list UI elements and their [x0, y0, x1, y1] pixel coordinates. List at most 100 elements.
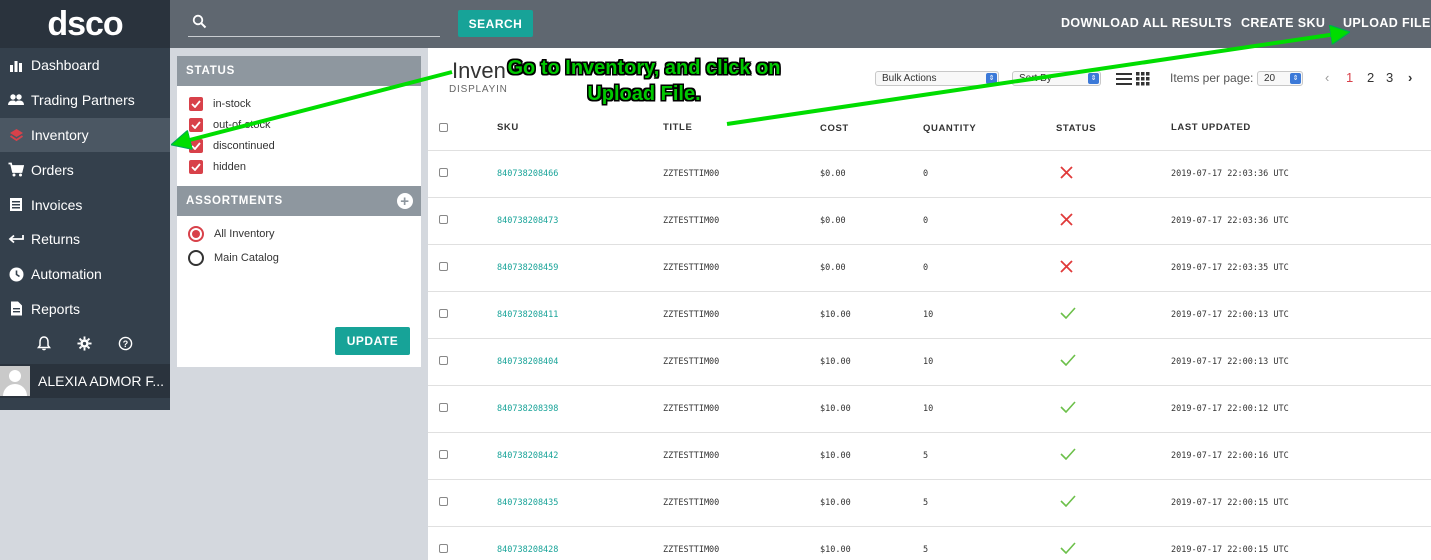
status-filter-in-stock[interactable]: in-stock — [177, 93, 421, 114]
sidebar-item-label: Trading Partners — [31, 92, 135, 109]
status-filter-out-of-stock[interactable]: out-of-stock — [177, 114, 421, 135]
active-check-icon — [1060, 495, 1076, 508]
grid-view-icon[interactable] — [1136, 72, 1150, 89]
help-icon[interactable]: ? — [118, 336, 133, 355]
table-row[interactable]: 840738208473 ZZTESTTIM00 $0.00 0 2019-07-17 … — [428, 197, 1431, 245]
create-sku-link[interactable]: CREATE SKU — [1241, 16, 1325, 30]
title-cell: ZZTESTTIM00 — [663, 432, 820, 480]
last-updated-cell: 2019-07-17 22:03:36 UTC — [1171, 150, 1431, 198]
add-assortment-icon[interactable]: + — [397, 193, 413, 209]
title-cell: ZZTESTTIM00 — [663, 338, 820, 386]
row-checkbox[interactable] — [439, 449, 448, 459]
sku-link[interactable]: 840738208398 — [497, 385, 663, 433]
annotation-callout: Go to Inventory, and click on Upload Fil… — [507, 57, 781, 105]
select-all-checkbox[interactable] — [439, 122, 448, 132]
page-3[interactable]: 3 — [1386, 70, 1393, 85]
page-1[interactable]: 1 — [1346, 70, 1353, 85]
row-checkbox[interactable] — [439, 214, 448, 224]
cost-cell: $10.00 — [820, 479, 923, 527]
row-checkbox[interactable] — [439, 167, 448, 177]
avatar — [0, 366, 30, 397]
quantity-cell: 10 — [923, 291, 1056, 339]
sidebar-item-returns[interactable]: Returns — [0, 222, 170, 257]
sort-by-select[interactable]: Sort By ⇕ — [1012, 71, 1101, 86]
quantity-cell: 5 — [923, 479, 1056, 527]
col-last-updated[interactable]: LAST UPDATED — [1171, 108, 1431, 151]
sidebar-item-orders[interactable]: Orders — [0, 152, 170, 187]
radio-selected-icon[interactable] — [188, 226, 204, 242]
table-row[interactable]: 840738208466 ZZTESTTIM00 $0.00 0 2019-07-17 … — [428, 150, 1431, 198]
bulk-actions-select[interactable]: Bulk Actions ⇕ — [875, 71, 999, 86]
table-row[interactable]: 840738208428 ZZTESTTIM00 $10.00 5 2019-07-17… — [428, 526, 1431, 560]
radio-empty-icon[interactable] — [188, 250, 204, 266]
status-cell — [1056, 150, 1171, 198]
sidebar-item-inventory[interactable]: Inventory — [0, 117, 170, 153]
sidebar-item-label: Dashboard — [31, 57, 100, 74]
sku-link[interactable]: 840738208473 — [497, 197, 663, 245]
row-checkbox[interactable] — [439, 543, 448, 553]
table-row[interactable]: 840738208398 ZZTESTTIM00 $10.00 10 2019-07-1… — [428, 385, 1431, 433]
col-sku[interactable]: SKU — [497, 108, 663, 151]
gear-icon[interactable] — [77, 336, 92, 355]
sidebar-item-automation[interactable]: Automation — [0, 257, 170, 292]
row-checkbox[interactable] — [439, 496, 448, 506]
title-cell: ZZTESTTIM00 — [663, 150, 820, 198]
download-all-results-link[interactable]: DOWNLOAD ALL RESULTS — [1061, 16, 1232, 30]
row-checkbox[interactable] — [439, 355, 448, 365]
checkbox-checked-icon[interactable] — [189, 117, 203, 132]
items-per-page-select[interactable]: 20 ⇕ — [1257, 71, 1303, 86]
row-checkbox[interactable] — [439, 308, 448, 318]
sidebar-item-trading-partners[interactable]: Trading Partners — [0, 83, 170, 118]
active-check-icon — [1060, 542, 1076, 555]
status-filter-hidden[interactable]: hidden — [177, 156, 421, 177]
dsco-logo[interactable]: dsco — [0, 0, 170, 48]
sku-link[interactable]: 840738208466 — [497, 150, 663, 198]
sidebar-item-reports[interactable]: Reports — [0, 292, 170, 327]
sidebar-item-dashboard[interactable]: Dashboard — [0, 48, 170, 83]
sku-link[interactable]: 840738208459 — [497, 244, 663, 292]
col-cost[interactable]: COST — [820, 108, 923, 151]
list-view-icon[interactable] — [1116, 72, 1132, 89]
table-row[interactable]: 840738208411 ZZTESTTIM00 $10.00 10 2019-07-1… — [428, 291, 1431, 339]
cost-cell: $10.00 — [820, 526, 923, 560]
sku-link[interactable]: 840738208404 — [497, 338, 663, 386]
sku-link[interactable]: 840738208411 — [497, 291, 663, 339]
bell-icon[interactable] — [37, 336, 51, 355]
search-input[interactable] — [212, 12, 437, 34]
checkbox-checked-icon[interactable] — [189, 96, 203, 111]
user-menu[interactable]: ALEXIA ADMOR F... — [0, 364, 170, 399]
assortment-option-all[interactable]: All Inventory — [177, 222, 421, 246]
prev-page-icon[interactable]: ‹ — [1325, 70, 1329, 85]
page-2[interactable]: 2 — [1367, 70, 1374, 85]
upload-file-link[interactable]: UPLOAD FILE — [1343, 16, 1431, 30]
col-status[interactable]: STATUS — [1056, 108, 1171, 151]
search-button[interactable]: SEARCH — [458, 10, 533, 37]
col-quantity[interactable]: QUANTITY — [923, 108, 1056, 151]
title-cell: ZZTESTTIM00 — [663, 479, 820, 527]
col-title[interactable]: TITLE — [663, 108, 820, 151]
checkbox-checked-icon[interactable] — [189, 138, 203, 153]
next-page-icon[interactable]: › — [1408, 70, 1412, 85]
page-title: Inven — [452, 58, 506, 83]
sku-link[interactable]: 840738208442 — [497, 432, 663, 480]
status-cell — [1056, 244, 1171, 292]
document-icon — [8, 301, 24, 317]
update-button[interactable]: UPDATE — [335, 327, 410, 355]
status-cell — [1056, 385, 1171, 433]
sku-link[interactable]: 840738208435 — [497, 479, 663, 527]
table-row[interactable]: 840738208459 ZZTESTTIM00 $0.00 0 2019-07-17 … — [428, 244, 1431, 292]
table-row[interactable]: 840738208404 ZZTESTTIM00 $10.00 10 2019-07-1… — [428, 338, 1431, 386]
table-row[interactable]: 840738208435 ZZTESTTIM00 $10.00 5 2019-07-17… — [428, 479, 1431, 527]
sidebar-item-invoices[interactable]: Invoices — [0, 187, 170, 222]
select-arrows-icon: ⇕ — [986, 73, 997, 84]
quantity-cell: 0 — [923, 150, 1056, 198]
sku-link[interactable]: 840738208428 — [497, 526, 663, 560]
assortments-title: ASSORTMENTS — [186, 195, 283, 207]
checkbox-checked-icon[interactable] — [189, 159, 203, 174]
status-filter-discontinued[interactable]: discontinued — [177, 135, 421, 156]
table-row[interactable]: 840738208442 ZZTESTTIM00 $10.00 5 2019-07-17… — [428, 432, 1431, 480]
row-checkbox[interactable] — [439, 402, 448, 412]
items-per-page-value: 20 — [1264, 73, 1276, 84]
assortment-option-main[interactable]: Main Catalog — [177, 246, 421, 270]
row-checkbox[interactable] — [439, 261, 448, 271]
